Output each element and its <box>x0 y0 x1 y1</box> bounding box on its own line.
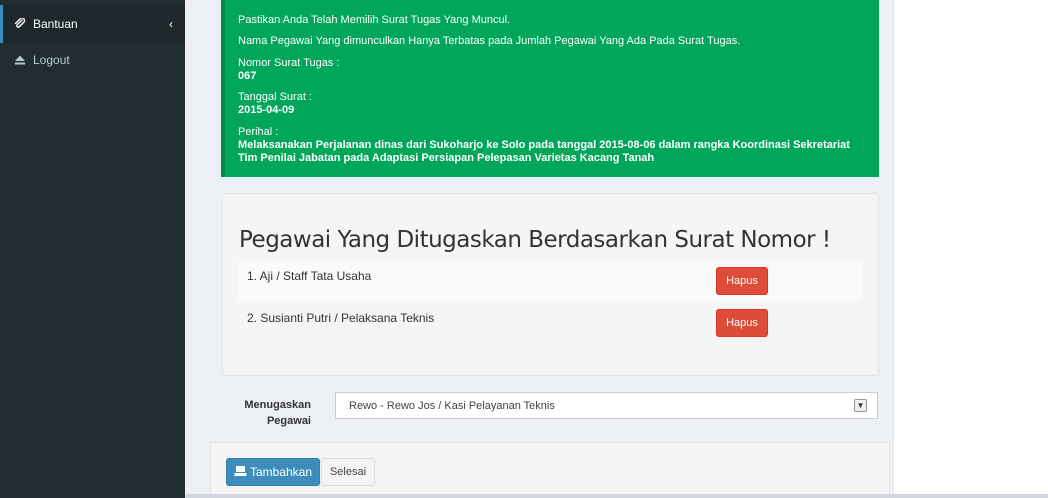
nomor-value: 067 <box>238 70 257 82</box>
right-panel <box>893 0 1048 498</box>
employee-name: 1. Aji / Staff Tata Usaha <box>247 269 372 283</box>
assigned-employees-box: Pegawai Yang Ditugaskan Berdasarkan Sura… <box>222 193 879 376</box>
divider <box>185 494 1048 498</box>
sidebar-item-label: Bantuan <box>33 17 78 31</box>
info-alert: Pastikan Anda Telah Memilih Surat Tugas … <box>221 0 879 177</box>
table-row: 2. Susianti Putri / Pelaksana Teknis Hap… <box>238 303 862 343</box>
paperclip-icon <box>13 17 27 31</box>
chevron-down-icon: ▼ <box>854 399 867 412</box>
add-button[interactable]: Tambahkan <box>226 458 320 486</box>
perihal-label: Perihal : <box>238 126 279 138</box>
add-button-label: Tambahkan <box>249 465 313 479</box>
nomor-label: Nomor Surat Tugas : <box>238 57 340 69</box>
done-button[interactable]: Selesai <box>321 458 375 486</box>
selected-value: Rewo - Rewo Jos / Kasi Pelayanan Teknis <box>349 399 555 412</box>
alert-line: Nama Pegawai Yang dimunculkan Hanya Terb… <box>238 35 741 47</box>
section-title: Pegawai Yang Ditugaskan Berdasarkan Sura… <box>239 227 831 253</box>
employee-select[interactable]: Rewo - Rewo Jos / Kasi Pelayanan Teknis … <box>335 392 878 419</box>
sidebar-item-label: Logout <box>33 53 70 67</box>
employee-name: 2. Susianti Putri / Pelaksana Teknis <box>247 311 435 325</box>
delete-button[interactable]: Hapus <box>716 267 768 295</box>
perihal-value: Melaksanakan Perjalanan dinas dari Sukoh… <box>238 139 850 164</box>
eject-icon <box>13 53 27 67</box>
alert-line: Pastikan Anda Telah Memilih Surat Tugas … <box>238 14 511 26</box>
tanggal-value: 2015-04-09 <box>238 104 295 116</box>
delete-button[interactable]: Hapus <box>716 309 768 337</box>
tanggal-label: Tanggal Surat : <box>238 91 312 103</box>
chevron-left-icon: ‹ <box>169 17 173 31</box>
sidebar-item-bantuan[interactable]: Bantuan ‹ <box>0 5 185 43</box>
sidebar: Bantuan ‹ Logout <box>0 0 185 498</box>
assign-employee-label: Menugaskan Pegawai <box>244 399 311 427</box>
save-icon <box>234 465 247 480</box>
sidebar-item-logout[interactable]: Logout <box>0 41 185 79</box>
table-row: 1. Aji / Staff Tata Usaha Hapus <box>238 261 862 301</box>
